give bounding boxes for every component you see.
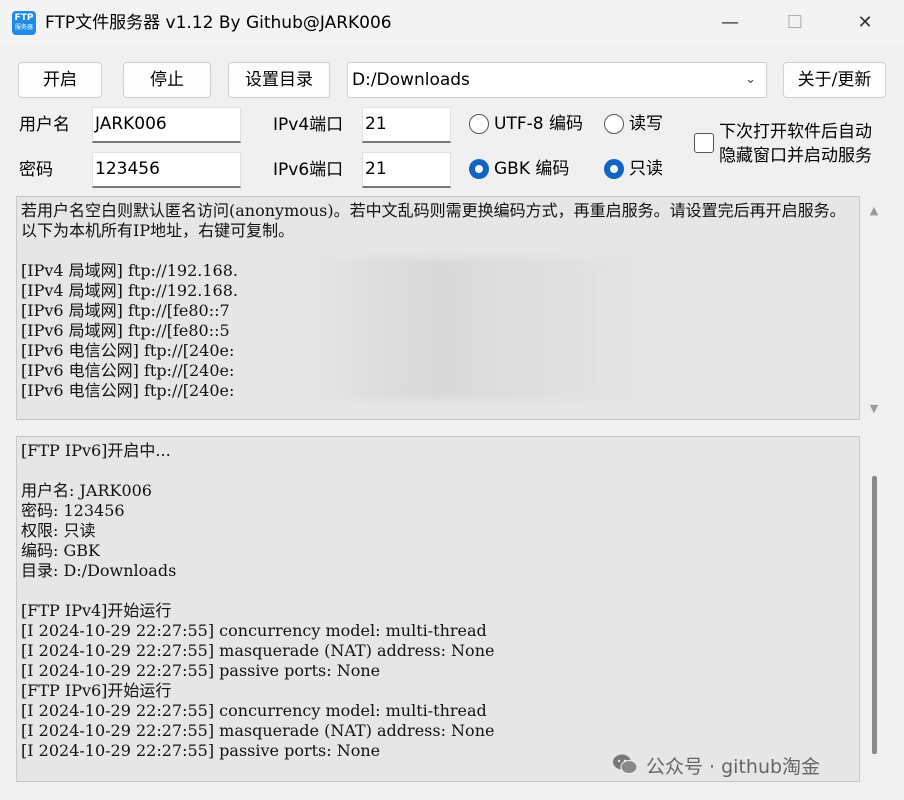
- stop-button[interactable]: 停止: [123, 62, 211, 98]
- scroll-down-icon[interactable]: ▼: [866, 402, 882, 415]
- autostart-label-line1[interactable]: 下次打开软件后自动: [719, 121, 872, 143]
- chevron-down-icon[interactable]: ⌄: [745, 63, 756, 97]
- scroll-up-icon[interactable]: ▲: [866, 204, 882, 217]
- log-line: 用户名: JARK006: [21, 481, 152, 500]
- title-bar[interactable]: FTP 服务器 FTP文件服务器 v1.12 By Github@JARK006…: [0, 0, 904, 46]
- read-only-radio[interactable]: [604, 159, 624, 179]
- app-icon: FTP 服务器: [12, 11, 36, 35]
- notice-text: 若用户名空白则默认匿名访问(anonymous)。若中文乱码则需更换编码方式，再…: [21, 201, 846, 240]
- autostart-label-line2[interactable]: 隐藏窗口并启动服务: [719, 145, 872, 167]
- log-panel[interactable]: [FTP IPv6]开启中... 用户名: JARK006 密码: 123456 权限…: [16, 436, 860, 782]
- log-line: [I 2024-10-29 22:27:55] passive ports: N…: [21, 661, 381, 680]
- log-line: 目录: D:/Downloads: [21, 561, 177, 580]
- window-title: FTP文件服务器 v1.12 By Github@JARK006: [45, 13, 392, 33]
- log-line: 编码: GBK: [21, 541, 100, 560]
- start-button[interactable]: 开启: [18, 62, 102, 98]
- ipv6-port-field[interactable]: 21: [362, 152, 451, 188]
- redaction-blur: [296, 258, 640, 400]
- ipv6-port-label: IPv6端口: [273, 160, 344, 180]
- log-line: [I 2024-10-29 22:27:55] concurrency mode…: [21, 621, 487, 640]
- username-field[interactable]: JARK006: [92, 107, 241, 143]
- password-field[interactable]: 123456: [92, 152, 241, 188]
- log-line: 密码: 123456: [21, 501, 125, 520]
- log-list: [FTP IPv6]开启中... 用户名: JARK006 密码: 123456 权限…: [21, 441, 859, 761]
- log-line: [I 2024-10-29 22:27:55] masquerade (NAT)…: [21, 721, 495, 740]
- log-line: 权限: 只读: [21, 521, 96, 540]
- log-line: [FTP IPv6]开启中...: [21, 441, 171, 460]
- about-update-button[interactable]: 关于/更新: [783, 62, 886, 98]
- utf8-encoding-radio[interactable]: [469, 114, 489, 134]
- username-label: 用户名: [19, 115, 70, 135]
- log-line: [I 2024-10-29 22:27:55] concurrency mode…: [21, 701, 487, 720]
- autostart-checkbox[interactable]: [694, 133, 714, 153]
- ipv4-port-field[interactable]: 21: [362, 107, 451, 143]
- utf8-encoding-label[interactable]: UTF-8 编码: [494, 113, 583, 135]
- wechat-icon: [612, 753, 638, 775]
- log-line: [FTP IPv6]开始运行: [21, 681, 172, 700]
- gbk-encoding-label[interactable]: GBK 编码: [494, 158, 569, 180]
- watermark-text: 公众号 · github淘金: [646, 756, 821, 778]
- app-icon-subtext: 服务器: [14, 24, 33, 31]
- log-scrollbar-thumb[interactable]: [872, 476, 877, 754]
- log-line: [I 2024-10-29 22:27:55] masquerade (NAT)…: [21, 641, 495, 660]
- password-label: 密码: [19, 160, 53, 180]
- gbk-encoding-radio[interactable]: [469, 159, 489, 179]
- app-icon-text: FTP: [14, 13, 34, 23]
- directory-value: D:/Downloads: [352, 70, 470, 90]
- ipv4-port-label: IPv4端口: [273, 115, 344, 135]
- set-directory-button[interactable]: 设置目录: [228, 62, 330, 98]
- minimize-button[interactable]: —: [710, 8, 750, 38]
- read-write-radio[interactable]: [604, 114, 624, 134]
- log-line: [FTP IPv4]开始运行: [21, 601, 172, 620]
- close-button[interactable]: ✕: [845, 8, 885, 38]
- maximize-button[interactable]: ☐: [775, 8, 815, 38]
- directory-combobox[interactable]: D:/Downloads ⌄: [347, 62, 767, 98]
- read-write-label[interactable]: 读写: [629, 113, 663, 135]
- read-only-label[interactable]: 只读: [629, 158, 663, 180]
